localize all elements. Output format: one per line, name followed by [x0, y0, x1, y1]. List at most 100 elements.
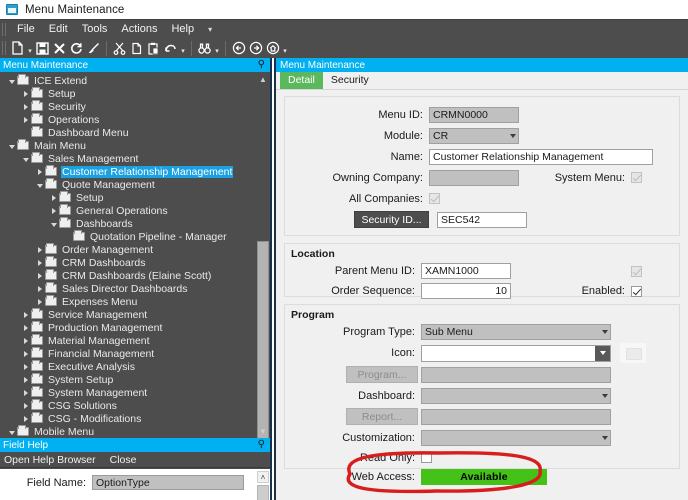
tree-scrollbar-thumb[interactable]	[257, 241, 269, 449]
tree-expander-expanded-icon[interactable]	[48, 217, 59, 230]
menu-edit[interactable]: Edit	[42, 21, 75, 37]
field-help-scrollbar-thumb[interactable]	[257, 485, 269, 500]
refresh-icon[interactable]	[68, 40, 85, 57]
tree-item[interactable]: Security	[0, 100, 270, 113]
tree-expander-collapsed-icon[interactable]	[20, 347, 31, 360]
tree-item[interactable]: CRM Dashboards (Elaine Scott)	[0, 269, 270, 282]
tree-expander-collapsed-icon[interactable]	[20, 360, 31, 373]
close-button[interactable]: Close	[110, 454, 137, 466]
tree-item[interactable]: Production Management	[0, 321, 270, 334]
tree-item[interactable]: Dashboards	[0, 217, 270, 230]
new-dropdown-caret-icon[interactable]: ▾	[26, 40, 34, 57]
home-icon[interactable]	[264, 40, 281, 57]
tree-item[interactable]: Quotation Pipeline - Manager	[0, 230, 270, 243]
save-icon[interactable]	[34, 40, 51, 57]
tree-item[interactable]: Customer Relationship Management	[0, 165, 270, 178]
field-name-value[interactable]: OptionType	[92, 475, 244, 490]
tree-item[interactable]: ICE Extend	[0, 74, 270, 87]
tree-expander-expanded-icon[interactable]	[34, 178, 45, 191]
tree-scrollbar-track[interactable]	[257, 86, 269, 449]
tree-expander-collapsed-icon[interactable]	[48, 204, 59, 217]
scroll-up-icon[interactable]: ˄	[257, 471, 269, 483]
scroll-down-icon[interactable]: ▼	[256, 424, 270, 438]
search-dropdown-caret-icon[interactable]: ▾	[213, 40, 221, 57]
tree-item[interactable]: CSG - Modifications	[0, 412, 270, 425]
tree-expander-collapsed-icon[interactable]	[20, 321, 31, 334]
tree-expander-collapsed-icon[interactable]	[34, 269, 45, 282]
tree-expander-collapsed-icon[interactable]	[20, 113, 31, 126]
tree-expander-collapsed-icon[interactable]	[48, 191, 59, 204]
tree-item[interactable]: Mobile Menu	[0, 425, 270, 438]
scroll-up-icon[interactable]: ▲	[256, 72, 270, 86]
menu-actions[interactable]: Actions	[114, 21, 164, 37]
tree-item[interactable]: Operations	[0, 113, 270, 126]
tree-expander-collapsed-icon[interactable]	[34, 256, 45, 269]
tree-item[interactable]: System Management	[0, 386, 270, 399]
tree-item[interactable]: Order Management	[0, 243, 270, 256]
tree-scrollbar[interactable]: ▲ ▼	[256, 72, 270, 449]
delete-icon[interactable]	[51, 40, 68, 57]
parent-menu-id-field[interactable]: XAMN1000	[421, 263, 511, 279]
pin-icon[interactable]: ⚲	[258, 59, 265, 71]
tree-expander-collapsed-icon[interactable]	[20, 87, 31, 100]
menu-bar-grip[interactable]	[2, 22, 7, 36]
tree-item[interactable]: Quote Management	[0, 178, 270, 191]
tree-expander-collapsed-icon[interactable]	[20, 412, 31, 425]
tree-item[interactable]: Dashboard Menu	[0, 126, 270, 139]
search-icon[interactable]	[196, 40, 213, 57]
tree-item[interactable]: Service Management	[0, 308, 270, 321]
menu-file[interactable]: File	[10, 21, 42, 37]
tree-expander-expanded-icon[interactable]	[6, 425, 17, 438]
name-field[interactable]: Customer Relationship Management	[429, 148, 653, 165]
enabled-checkbox[interactable]	[631, 285, 642, 297]
tree-item[interactable]: Setup	[0, 87, 270, 100]
program-type-select[interactable]: Sub Menu	[421, 324, 611, 340]
tree-expander-collapsed-icon[interactable]	[34, 295, 45, 308]
read-only-checkbox[interactable]	[421, 452, 432, 463]
tree-item[interactable]: Material Management	[0, 334, 270, 347]
tool-bar-grip[interactable]	[2, 41, 7, 55]
menu-overflow-caret-icon[interactable]: ▾	[203, 23, 217, 36]
cut-icon[interactable]	[111, 40, 128, 57]
tree-expander-collapsed-icon[interactable]	[34, 282, 45, 295]
tree-item[interactable]: CRM Dashboards	[0, 256, 270, 269]
tree-expander-collapsed-icon[interactable]	[34, 243, 45, 256]
tree-expander-expanded-icon[interactable]	[20, 152, 31, 165]
back-icon[interactable]	[230, 40, 247, 57]
tree-item[interactable]: System Setup	[0, 373, 270, 386]
tab-detail[interactable]: Detail	[280, 72, 323, 89]
field-help-scrollbar[interactable]: ˄	[257, 471, 269, 500]
open-help-browser-button[interactable]: Open Help Browser	[4, 454, 96, 466]
tree-expander-collapsed-icon[interactable]	[20, 100, 31, 113]
tree-item[interactable]: CSG Solutions	[0, 399, 270, 412]
tree-expander-collapsed-icon[interactable]	[20, 308, 31, 321]
tree-expander-collapsed-icon[interactable]	[20, 334, 31, 347]
tree-item[interactable]: Sales Director Dashboards	[0, 282, 270, 295]
menu-tree[interactable]: ICE Extend Setup Security Operations Dashboa…	[0, 72, 270, 438]
tree-expander-expanded-icon[interactable]	[6, 139, 17, 152]
tree-item[interactable]: Main Menu	[0, 139, 270, 152]
tree-expander-collapsed-icon[interactable]	[20, 373, 31, 386]
icon-select[interactable]	[421, 344, 611, 362]
menu-help[interactable]: Help	[164, 21, 201, 37]
pin-icon[interactable]: ⚲	[258, 439, 265, 451]
tree-expander-collapsed-icon[interactable]	[20, 386, 31, 399]
tree-item[interactable]: Setup	[0, 191, 270, 204]
tab-security[interactable]: Security	[323, 72, 377, 89]
tree-item[interactable]: General Operations	[0, 204, 270, 217]
menu-tools[interactable]: Tools	[75, 21, 115, 37]
tree-item[interactable]: Expenses Menu	[0, 295, 270, 308]
clear-icon[interactable]	[85, 40, 102, 57]
tree-item[interactable]: Financial Management	[0, 347, 270, 360]
order-sequence-field[interactable]: 10	[421, 283, 511, 299]
security-id-button[interactable]: Security ID...	[354, 211, 429, 228]
undo-icon[interactable]	[162, 40, 179, 57]
nav-dropdown-caret-icon[interactable]: ▾	[281, 40, 289, 57]
tree-expander-collapsed-icon[interactable]	[34, 165, 45, 178]
tree-item[interactable]: Sales Management	[0, 152, 270, 165]
tree-item[interactable]: Executive Analysis	[0, 360, 270, 373]
new-icon[interactable]	[9, 40, 26, 57]
tree-expander-expanded-icon[interactable]	[6, 74, 17, 87]
copy-icon[interactable]	[128, 40, 145, 57]
icon-dropdown-button[interactable]	[595, 345, 610, 361]
